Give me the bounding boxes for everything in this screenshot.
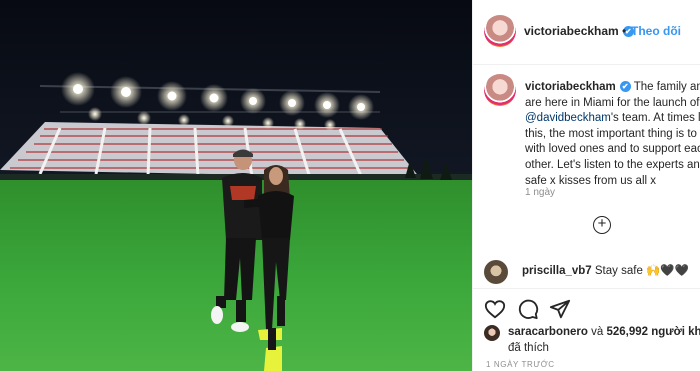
caption-text: victoriabeckham✔ The family and I are he… xyxy=(525,80,700,189)
stadium-photo xyxy=(0,0,472,371)
likes-line-1: saracarbonero và 526,992 người khác xyxy=(508,325,700,340)
caption-username[interactable]: victoriabeckham xyxy=(525,81,616,93)
username-text[interactable]: victoriabeckham xyxy=(524,24,619,38)
header-username[interactable]: victoriabeckham ✔ xyxy=(524,24,634,38)
likes-connector: và xyxy=(587,326,607,338)
post-timestamp: 1 ngày trước xyxy=(486,360,555,369)
profile-avatar[interactable] xyxy=(484,15,516,47)
liker-username[interactable]: saracarbonero xyxy=(508,326,588,338)
heart-icon[interactable] xyxy=(484,298,506,320)
action-bar: saracarbonero và 526,992 người khác đã t… xyxy=(473,288,700,371)
comment-row: priscilla_vb7 Stay safe 🙌🖤🖤 xyxy=(484,258,700,284)
post-photo[interactable] xyxy=(0,0,472,371)
load-more-comments-icon[interactable]: + xyxy=(593,216,611,234)
comment-body: Stay safe xyxy=(594,265,643,277)
likes-count[interactable]: 526,992 người khác xyxy=(606,326,700,338)
post-header: victoriabeckham ✔ • Theo dõi xyxy=(473,0,700,65)
commenter-avatar[interactable] xyxy=(484,260,508,284)
follow-button[interactable]: Theo dõi xyxy=(631,24,681,38)
commenter-username[interactable]: priscilla_vb7 xyxy=(522,265,592,277)
post-sidebar: victoriabeckham ✔ • Theo dõi victoriabeck… xyxy=(472,0,700,371)
comment-text: priscilla_vb7 Stay safe 🙌🖤🖤 xyxy=(522,263,689,277)
comment-emoji: 🙌🖤🖤 xyxy=(646,265,690,277)
share-icon[interactable] xyxy=(549,298,571,320)
caption-time-ago: 1 ngày xyxy=(525,187,556,198)
comment-icon[interactable] xyxy=(517,298,539,320)
mention-link[interactable]: @davidbeckham xyxy=(525,112,611,124)
header-separator: • xyxy=(622,24,627,38)
liker-avatar[interactable] xyxy=(484,325,500,341)
likes-suffix: đã thích xyxy=(508,342,549,354)
verified-icon: ✔ xyxy=(619,81,631,92)
caption-avatar[interactable] xyxy=(484,74,516,106)
